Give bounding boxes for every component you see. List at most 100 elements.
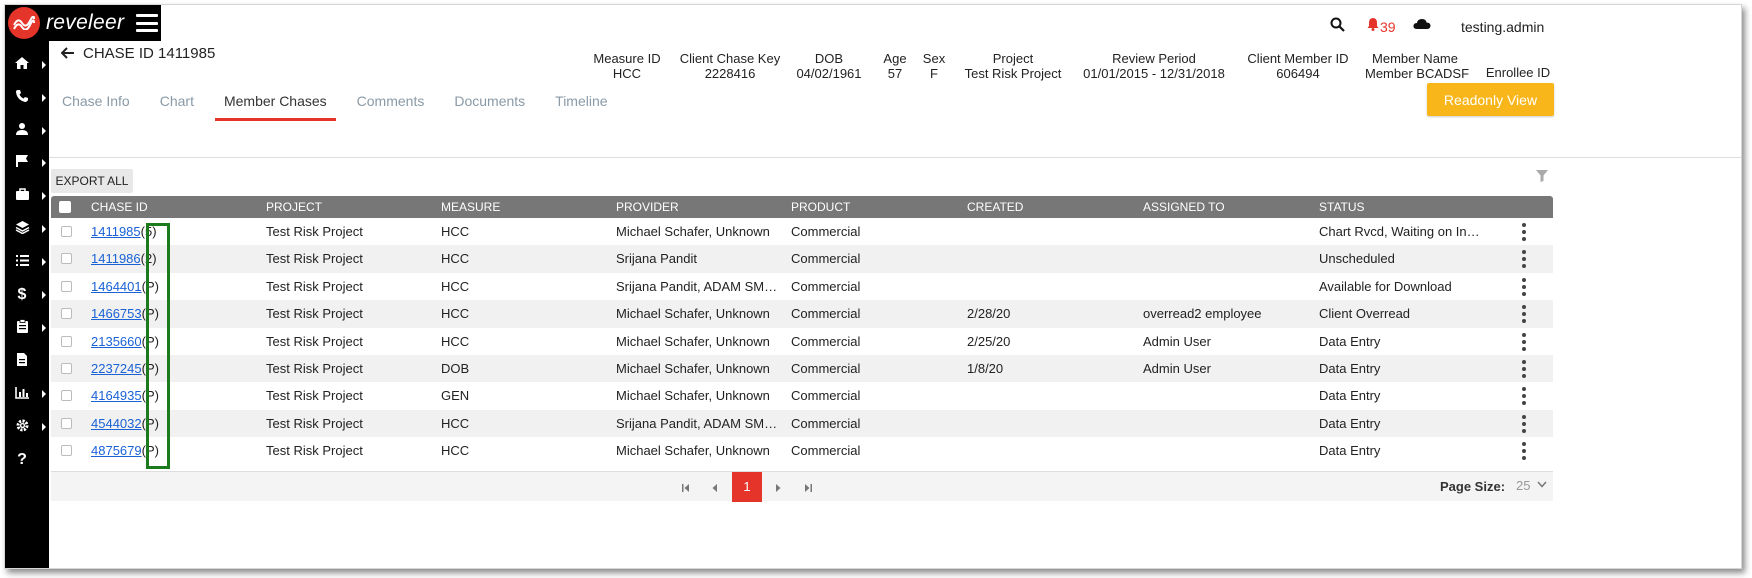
export-all-button[interactable]: EXPORT ALL <box>51 169 133 193</box>
meta-client-chase-key: Client Chase Key 2228416 <box>679 51 781 81</box>
tab-comments[interactable]: Comments <box>348 85 434 121</box>
filter-icon[interactable] <box>1535 169 1549 183</box>
chevron-down-icon[interactable] <box>1537 479 1547 491</box>
chase-id-link[interactable]: 2237245 <box>91 361 142 376</box>
chase-id-link[interactable]: 1466753 <box>91 306 142 321</box>
tab-chase-info[interactable]: Chase Info <box>53 85 139 121</box>
chase-suffix: (P) <box>141 415 159 431</box>
cell-measure: HCC <box>441 415 470 431</box>
row-checkbox[interactable] <box>61 308 72 320</box>
notifications[interactable]: 39 <box>1367 17 1396 36</box>
row-actions-menu-icon[interactable] <box>1521 277 1527 296</box>
cell-project: Test Risk Project <box>266 333 363 349</box>
back-arrow-icon[interactable] <box>60 43 75 64</box>
chase-id-link[interactable]: 1411986 <box>91 251 141 266</box>
cell-measure: HCC <box>441 333 470 349</box>
cell-chase-id: 4875679(P) <box>91 437 261 464</box>
member-chases-table: CHASE ID PROJECT MEASURE PROVIDER PRODUC… <box>51 196 1553 465</box>
cell-product: Commercial <box>791 443 861 459</box>
tab-bar: Chase Info Chart Member Chases Comments … <box>53 85 629 121</box>
select-all-checkbox[interactable] <box>59 201 71 213</box>
tab-member-chases[interactable]: Member Chases <box>214 85 336 121</box>
row-actions-menu-icon[interactable] <box>1521 359 1527 378</box>
cell-chase-id: 1411985(5) <box>91 218 261 245</box>
tab-documents[interactable]: Documents <box>445 85 534 121</box>
readonly-view-button[interactable]: Readonly View <box>1427 83 1554 116</box>
row-actions-menu-icon[interactable] <box>1521 332 1527 351</box>
current-page-button[interactable]: 1 <box>732 472 762 502</box>
column-header-project[interactable]: PROJECT <box>266 200 322 214</box>
column-header-assigned-to[interactable]: ASSIGNED TO <box>1143 200 1225 214</box>
cell-provider: Michael Schafer, Unknown <box>616 333 770 349</box>
next-page-icon[interactable] <box>774 472 782 502</box>
chase-id-link[interactable]: 1464401 <box>91 279 142 294</box>
sidebar-item-calls[interactable] <box>5 83 49 113</box>
column-header-status[interactable]: STATUS <box>1319 200 1365 214</box>
row-checkbox[interactable] <box>61 253 72 265</box>
last-page-icon[interactable] <box>803 472 813 502</box>
chase-id-link[interactable]: 4875679 <box>91 443 142 458</box>
row-checkbox[interactable] <box>61 362 72 374</box>
table-row: 2237245(P) Test Risk Project DOB Michael Sc… <box>51 354 1553 383</box>
sidebar-item-help[interactable]: ? <box>5 445 49 475</box>
sidebar-item-jobs[interactable] <box>5 181 49 211</box>
chase-suffix: (2) <box>140 251 157 267</box>
cell-created: 2/25/20 <box>967 333 1011 349</box>
table-row: 2135660(P) Test Risk Project HCC Michael Sc… <box>51 328 1553 355</box>
table-row: 4164935(P) Test Risk Project GEN Michael Sc… <box>51 382 1553 409</box>
row-actions-menu-icon[interactable] <box>1521 223 1527 241</box>
column-header-chase-id[interactable]: CHASE ID <box>91 200 148 214</box>
search-icon[interactable] <box>1330 17 1345 37</box>
cell-assigned-to: Admin User <box>1143 360 1211 376</box>
sidebar-item-settings[interactable] <box>5 412 49 442</box>
tab-chart[interactable]: Chart <box>151 85 203 121</box>
hamburger-menu-icon[interactable] <box>136 14 159 32</box>
column-header-measure[interactable]: MEASURE <box>441 200 500 214</box>
row-actions-menu-icon[interactable] <box>1521 414 1527 433</box>
sidebar-item-review[interactable] <box>5 313 49 343</box>
layers-icon <box>8 220 36 238</box>
column-header-created[interactable]: CREATED <box>967 200 1023 214</box>
chase-suffix: (P) <box>141 306 159 322</box>
cell-project: Test Risk Project <box>266 443 363 459</box>
sidebar-item-tasks[interactable] <box>5 247 49 277</box>
user-menu[interactable]: testing.admin <box>1461 19 1544 35</box>
sidebar-item-home[interactable] <box>5 50 49 80</box>
sidebar-item-documents[interactable] <box>5 346 49 376</box>
cell-provider: Michael Schafer, Unknown <box>616 388 770 404</box>
meta-review-period: Review Period 01/01/2015 - 12/31/2018 <box>1083 51 1225 81</box>
meta-member-name: Member Name Member BCADSF <box>1365 51 1470 81</box>
first-page-icon[interactable] <box>681 472 691 502</box>
phone-icon <box>8 89 36 107</box>
cell-measure: HCC <box>441 224 470 239</box>
sidebar-item-reports[interactable] <box>5 379 49 409</box>
row-actions-menu-icon[interactable] <box>1521 250 1527 269</box>
prev-page-icon[interactable] <box>711 472 719 502</box>
chase-id-link[interactable]: 4544032 <box>91 416 142 431</box>
chase-id-link[interactable]: 1411985 <box>91 224 141 239</box>
cell-project: Test Risk Project <box>266 278 363 294</box>
row-checkbox[interactable] <box>61 390 72 402</box>
chase-id-link[interactable]: 2135660 <box>91 334 142 349</box>
row-actions-menu-icon[interactable] <box>1521 387 1527 406</box>
sidebar-item-billing[interactable]: $ <box>5 280 49 310</box>
chase-id-link[interactable]: 4164935 <box>91 388 142 403</box>
row-checkbox[interactable] <box>61 335 72 347</box>
sidebar-item-layers[interactable] <box>5 214 49 244</box>
cloud-icon[interactable] <box>1413 17 1431 35</box>
tab-timeline[interactable]: Timeline <box>546 85 616 121</box>
sidebar-item-members[interactable] <box>5 116 49 146</box>
row-checkbox[interactable] <box>61 280 72 292</box>
table-row: 1466753(P) Test Risk Project HCC Michael Sc… <box>51 300 1553 328</box>
row-checkbox[interactable] <box>61 445 72 457</box>
sidebar-item-flags[interactable] <box>5 148 49 178</box>
row-actions-menu-icon[interactable] <box>1521 305 1527 324</box>
row-checkbox[interactable] <box>61 417 72 429</box>
row-checkbox[interactable] <box>61 226 72 237</box>
table-row: 1411985(5) Test Risk Project HCC Michael Sc… <box>51 218 1553 245</box>
cell-created <box>967 245 1137 272</box>
page-size-select[interactable]: 25 <box>1516 478 1530 493</box>
column-header-product[interactable]: PRODUCT <box>791 200 850 214</box>
column-header-provider[interactable]: PROVIDER <box>616 200 679 214</box>
row-actions-menu-icon[interactable] <box>1521 442 1527 461</box>
